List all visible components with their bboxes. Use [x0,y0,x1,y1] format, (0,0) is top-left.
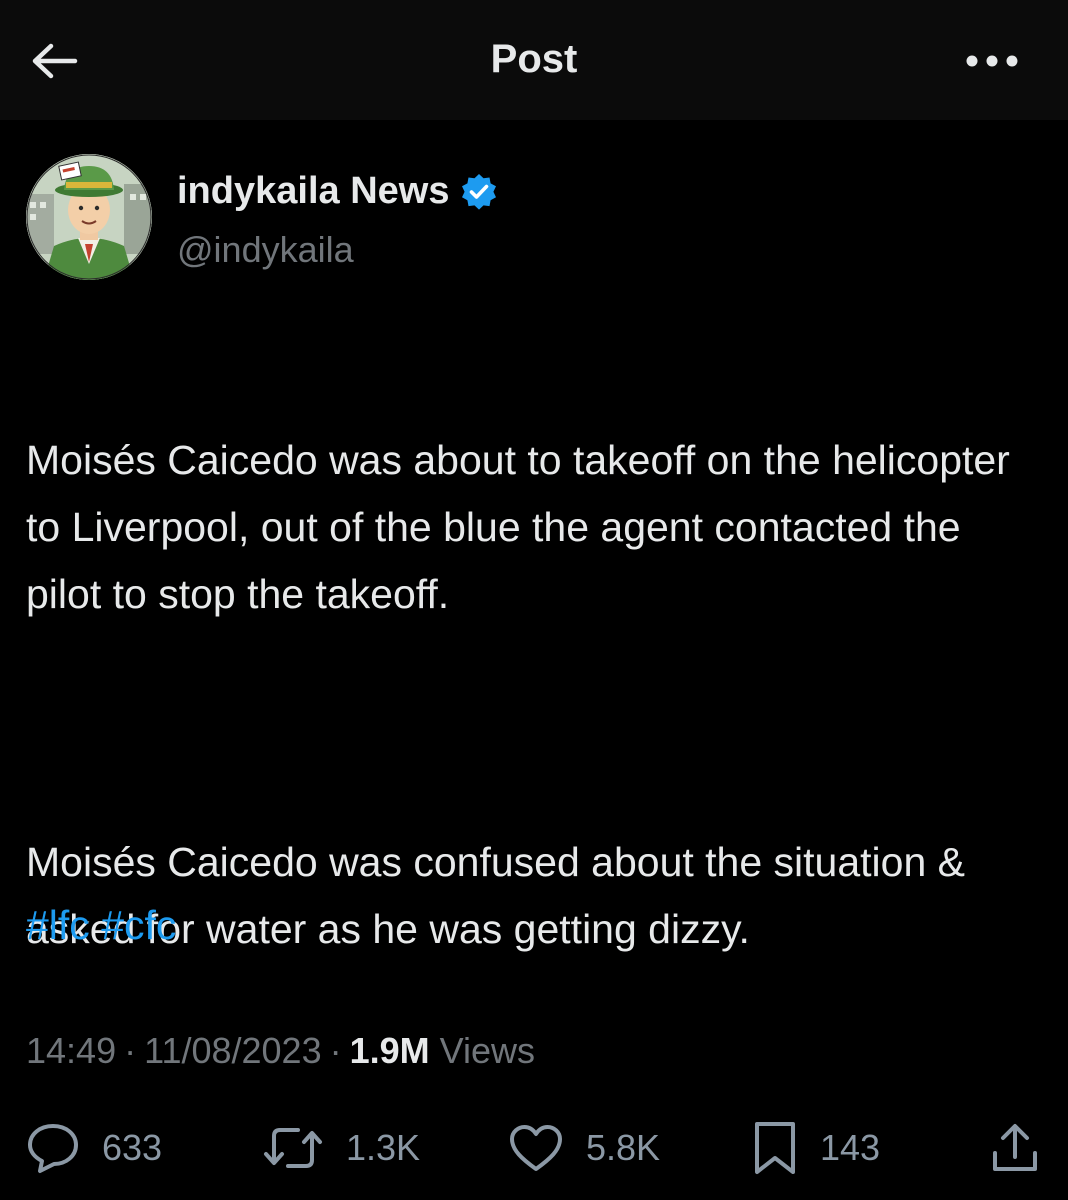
avatar[interactable] [26,154,152,280]
author-display-name[interactable]: indykaila News [177,170,499,213]
like-count: 5.8K [586,1127,661,1168]
post-time: 14:49 [26,1030,117,1071]
heart-icon [508,1123,564,1173]
tweet-text: Moisés Caicedo was about to takeoff on t… [26,360,1036,1030]
post-meta: 14:49 · 11/08/2023 · 1.9M Views [26,1030,535,1072]
reply-button[interactable]: 633 [26,1118,162,1178]
hashtag-link[interactable]: #cfc [101,902,176,948]
repost-button[interactable]: 1.3K [262,1118,420,1178]
repost-icon [262,1122,324,1174]
meta-separator: · [124,1030,137,1071]
page-title: Post [490,37,578,81]
views-count[interactable]: 1.9M [350,1030,430,1072]
action-bar: 633 1.3K 5.8K 143 [0,1118,1068,1178]
hashtags: #lfc #cfc [26,892,176,959]
author-name-text: indykaila News [177,170,450,212]
views-label: Views [439,1030,536,1071]
share-icon [990,1121,1040,1175]
bookmark-button[interactable]: 143 [752,1118,880,1178]
author-handle[interactable]: @indykaila [177,229,354,271]
tweet-paragraph: Moisés Caicedo was about to takeoff on t… [26,437,1010,617]
like-button[interactable]: 5.8K [508,1118,660,1178]
more-options-button[interactable] [956,36,1028,86]
top-bar: Post [0,0,1068,120]
hashtag-link[interactable]: #lfc [26,902,90,948]
bookmark-icon [752,1120,798,1176]
more-horizontal-icon [965,54,1019,68]
share-button[interactable] [990,1118,1040,1178]
meta-separator: · [329,1030,342,1071]
verified-badge-icon [459,172,499,212]
reply-count: 633 [102,1127,163,1168]
reply-icon [26,1122,80,1174]
tweet-paragraph: Moisés Caicedo was confused about the si… [26,839,965,952]
bookmark-count: 143 [820,1127,881,1168]
repost-count: 1.3K [346,1127,421,1168]
post-date: 11/08/2023 [144,1030,322,1071]
